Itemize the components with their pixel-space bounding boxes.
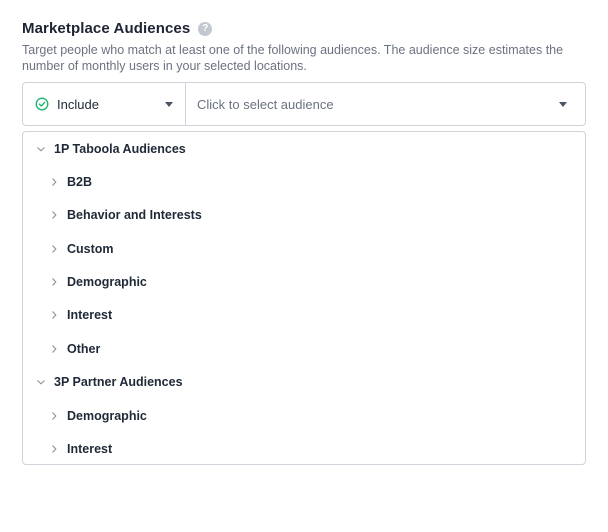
audience-selector: Include xyxy=(22,82,586,126)
tree-item-behavior-and-interests[interactable]: Behavior and Interests xyxy=(23,205,202,225)
section-title: Marketplace Audiences xyxy=(22,20,191,37)
tree-item-demographic[interactable]: Demographic xyxy=(23,406,147,426)
check-circle-icon xyxy=(35,97,49,111)
chevron-down-icon xyxy=(36,144,46,154)
chevron-right-icon xyxy=(49,210,59,220)
include-mode-label: Include xyxy=(57,96,99,112)
tree-item-label: Demographic xyxy=(67,409,147,423)
tree-item-label: Other xyxy=(67,342,101,356)
section-description: Target people who match at least one of … xyxy=(22,43,564,73)
tree-item-label: Custom xyxy=(67,242,114,256)
chevron-right-icon xyxy=(49,177,59,187)
include-mode-dropdown[interactable]: Include xyxy=(23,83,186,125)
tree-item-demographic[interactable]: Demographic xyxy=(23,272,147,292)
tree-group-3p-partner-audiences[interactable]: 3P Partner Audiences xyxy=(23,372,183,392)
tree-item-label: Demographic xyxy=(67,275,147,289)
tree-item-interest[interactable]: Interest xyxy=(23,305,112,325)
help-icon[interactable]: ? xyxy=(198,21,213,36)
audience-search-input[interactable] xyxy=(197,96,559,112)
chevron-right-icon xyxy=(49,444,59,454)
chevron-right-icon xyxy=(49,277,59,287)
chevron-right-icon xyxy=(49,310,59,320)
tree-group-label: 3P Partner Audiences xyxy=(54,375,183,389)
tree-item-b2b[interactable]: B2B xyxy=(23,172,92,192)
chevron-down-icon xyxy=(36,377,46,387)
tree-item-custom[interactable]: Custom xyxy=(23,239,114,259)
tree-item-label: Interest xyxy=(67,308,113,322)
tree-item-other[interactable]: Other xyxy=(23,339,100,359)
tree-item-interest[interactable]: Interest xyxy=(23,439,112,459)
tree-item-label: Interest xyxy=(67,442,113,456)
chevron-down-icon xyxy=(559,101,567,107)
tree-item-label: B2B xyxy=(67,175,93,189)
audience-tree: 1P Taboola Audiences B2B Behavior and In… xyxy=(22,131,586,465)
tree-group-label: 1P Taboola Audiences xyxy=(54,142,186,156)
section-header: Marketplace Audiences ? xyxy=(22,20,213,37)
chevron-right-icon xyxy=(49,344,59,354)
chevron-down-icon xyxy=(165,101,173,107)
chevron-right-icon xyxy=(49,411,59,421)
chevron-right-icon xyxy=(49,244,59,254)
tree-group-1p-taboola-audiences[interactable]: 1P Taboola Audiences xyxy=(23,139,186,159)
audience-select[interactable] xyxy=(186,83,585,125)
tree-item-label: Behavior and Interests xyxy=(67,208,202,222)
